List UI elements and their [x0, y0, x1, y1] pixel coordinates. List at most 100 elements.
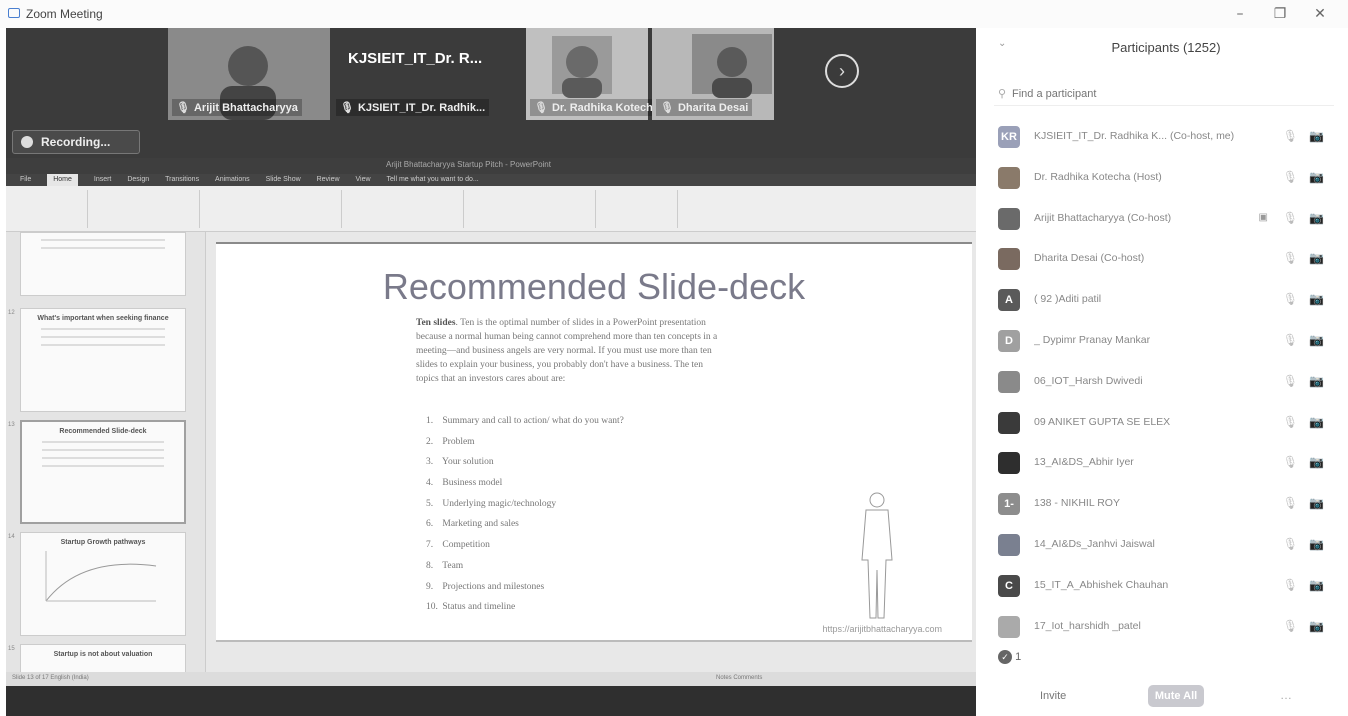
mic-icon[interactable]: 🎙 [1283, 619, 1298, 633]
participant-avatar [998, 411, 1020, 434]
list-item: 10. Status and timeline [426, 602, 624, 623]
ppt-tell-me[interactable]: Tell me what you want to do... [387, 174, 479, 186]
tile-name: Dharita Desai [677, 102, 749, 114]
mic-icon[interactable]: 🎙 [1283, 455, 1298, 469]
ppt-tab[interactable]: Insert [94, 174, 112, 186]
video-tile[interactable]: KJSIEIT_IT_Dr. R... 🎙 KJSIEIT_IT_Dr. Radh… [332, 28, 522, 120]
checkmark-icon: ✓ [998, 650, 1012, 664]
camera-icon[interactable]: 📷 [1309, 619, 1324, 633]
participant-list: KR KJSIEIT_IT_Dr. Radhika K... (Co-host, … [984, 117, 1348, 647]
mic-icon[interactable]: 🎙 [1283, 537, 1298, 551]
ppt-tab[interactable]: View [356, 174, 371, 186]
camera-icon[interactable]: 📷 [1309, 333, 1324, 347]
camera-icon[interactable]: 📷 [1309, 578, 1324, 592]
mic-icon[interactable]: 🎙 [1283, 129, 1298, 143]
participant-row[interactable]: Arijit Bhattacharyya (Co-host) ▣ 🎙 📷 [984, 199, 1348, 240]
thumb-number: 12 [8, 310, 15, 316]
ppt-status-right[interactable]: Notes Comments [716, 675, 762, 681]
participant-row[interactable]: C 15_IT_A_Abhishek Chauhan 🎙 📷 [984, 566, 1348, 607]
participant-name: ( 92 )Aditi patil [1034, 293, 1102, 306]
participant-row[interactable]: Dr. Radhika Kotecha (Host) 🎙 📷 [984, 158, 1348, 199]
share-status-icon: ▣ [1258, 211, 1268, 223]
video-tile[interactable]: 🎙 Dr. Radhika Kotecha [526, 28, 663, 120]
recording-indicator[interactable]: Recording... [12, 130, 140, 154]
camera-icon[interactable]: 📷 [1309, 374, 1324, 388]
slide-paragraph-text: . Ten is the optimal number of slides in… [416, 318, 718, 384]
thumb-line [41, 336, 165, 338]
list-num: 4. [426, 478, 434, 489]
mic-icon[interactable]: 🎙 [1283, 211, 1298, 225]
camera-icon[interactable]: 📷 [1309, 537, 1324, 551]
ppt-title-bar: Arijit Bhattacharyya Startup Pitch - Pow… [6, 158, 976, 174]
slide-paragraph: Ten slides. Ten is the optimal number of… [416, 316, 726, 386]
video-tile[interactable]: 🎙 Dharita Desai [652, 28, 774, 120]
restore-button[interactable]: ❐ [1266, 4, 1294, 24]
camera-icon[interactable]: 📷 [1309, 292, 1324, 306]
slide-title: Recommended Slide-deck [382, 266, 806, 307]
ppt-tab[interactable]: Slide Show [266, 174, 301, 186]
camera-icon[interactable]: 📷 [1309, 251, 1324, 265]
slide-thumbnail[interactable]: Startup Growth pathways [20, 532, 186, 636]
zoom-app-icon [8, 8, 20, 18]
camera-icon[interactable]: 📷 [1309, 170, 1324, 184]
mic-icon[interactable]: 🎙 [1283, 170, 1298, 184]
camera-icon[interactable]: 📷 [1309, 496, 1324, 510]
paragraph-group[interactable] [344, 190, 464, 228]
next-page-button[interactable]: › [825, 54, 859, 88]
camera-icon[interactable]: 📷 [1309, 129, 1324, 143]
participant-row[interactable]: 13_AI&DS_Abhir Iyer 🎙 📷 [984, 443, 1348, 484]
mic-icon[interactable]: 🎙 [1283, 251, 1298, 265]
mic-icon[interactable]: 🎙 [1283, 333, 1298, 347]
mic-icon[interactable]: 🎙 [1283, 496, 1298, 510]
list-text: Business model [442, 478, 503, 489]
participant-name: Dr. Radhika Kotecha (Host) [1034, 170, 1162, 183]
ppt-window-title: Arijit Bhattacharyya Startup Pitch - Pow… [386, 160, 551, 169]
camera-icon[interactable]: 📷 [1309, 455, 1324, 469]
thumb-number: 13 [8, 422, 15, 428]
participant-row[interactable]: 14_AI&Ds_Janhvi Jaiswal 🎙 📷 [984, 525, 1348, 566]
ppt-tab[interactable]: File [20, 174, 31, 186]
slides-group[interactable] [90, 190, 200, 228]
participant-row[interactable]: KR KJSIEIT_IT_Dr. Radhika K... (Co-host, … [984, 117, 1348, 158]
ppt-tab[interactable]: Animations [215, 174, 250, 186]
ppt-tab-active[interactable]: Home [47, 174, 78, 186]
mic-icon[interactable]: 🎙 [1283, 578, 1298, 592]
ppt-tab[interactable]: Design [127, 174, 149, 186]
close-button[interactable]: ✕ [1306, 4, 1334, 24]
more-options-button[interactable]: … [1280, 688, 1292, 702]
editing-group[interactable] [598, 190, 678, 228]
slide-thumbnail[interactable] [20, 232, 186, 296]
participant-row[interactable]: A ( 92 )Aditi patil 🎙 📷 [984, 280, 1348, 321]
mic-icon[interactable]: 🎙 [1283, 374, 1298, 388]
ppt-tab[interactable]: Transitions [165, 174, 199, 186]
video-tile[interactable]: 🎙 Arijit Bhattacharyya [168, 28, 330, 120]
camera-icon[interactable]: 📷 [1309, 211, 1324, 225]
mute-all-button[interactable]: Mute All [1148, 685, 1204, 707]
camera-icon[interactable]: 📷 [1309, 415, 1324, 429]
participant-avatar [998, 207, 1020, 230]
minimize-button[interactable]: – [1226, 4, 1254, 24]
tile-name: KJSIEIT_IT_Dr. Radhik... [357, 102, 486, 114]
participant-row[interactable]: 1- 138 - NIKHIL ROY 🎙 📷 [984, 484, 1348, 525]
participant-row[interactable]: 06_IOT_Harsh Dwivedi 🎙 📷 [984, 362, 1348, 403]
thumb-number: 15 [8, 646, 15, 652]
drawing-group[interactable] [466, 190, 596, 228]
ppt-tab[interactable]: Review [317, 174, 340, 186]
list-text: Team [442, 560, 464, 571]
participant-row[interactable]: Dharita Desai (Co-host) 🎙 📷 [984, 239, 1348, 280]
clipboard-group[interactable] [10, 190, 88, 228]
list-item: 4. Business model [426, 478, 624, 499]
font-group[interactable] [202, 190, 342, 228]
invite-button[interactable]: Invite [1040, 690, 1066, 702]
slide-thumbnail-selected[interactable]: Recommended Slide-deck [20, 420, 186, 524]
mic-icon[interactable]: 🎙 [1283, 415, 1298, 429]
participant-row[interactable]: D _ Dypimr Pranay Mankar 🎙 📷 [984, 321, 1348, 362]
thumb-line [42, 465, 164, 467]
mic-icon[interactable]: 🎙 [1283, 292, 1298, 306]
participant-row[interactable]: 09 ANIKET GUPTA SE ELEX 🎙 📷 [984, 403, 1348, 444]
participant-row[interactable]: 17_Iot_harshidh _patel 🎙 📷 [984, 607, 1348, 648]
list-num: 5. [426, 498, 434, 509]
slide-canvas[interactable]: Recommended Slide-deck Ten slides. Ten i… [216, 242, 972, 642]
search-input[interactable] [1012, 85, 1312, 103]
slide-thumbnail[interactable]: What's important when seeking finance [20, 308, 186, 412]
